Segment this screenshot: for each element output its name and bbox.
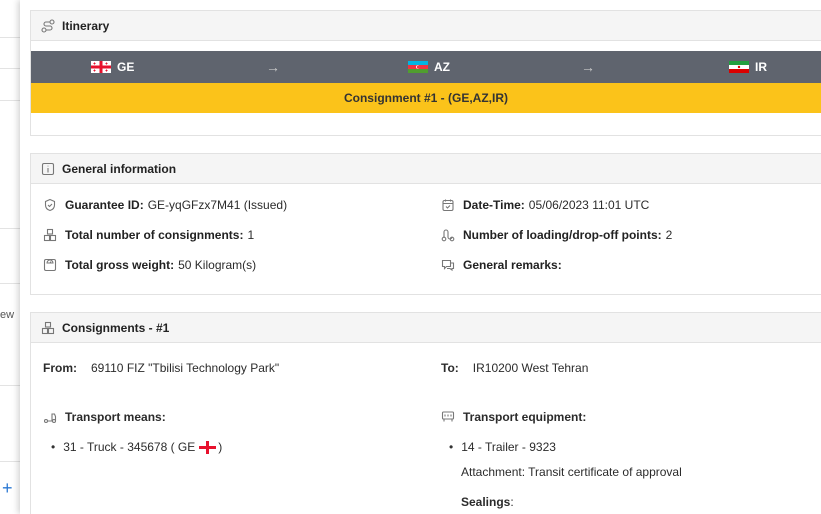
from-field: From: 69110 FIZ "Tbilisi Technology Park… <box>43 361 441 375</box>
route-stop-label: GE <box>117 60 135 74</box>
route-bar: GE → AZ → IR <box>31 51 821 83</box>
transport-equipment-column: Transport equipment: 14 - Trailer - 9323… <box>441 407 821 514</box>
gross-weight-label: Total gross weight: <box>65 258 175 272</box>
transport-equipment-title: Transport equipment: <box>463 410 587 424</box>
attachment-text: Attachment: Transit certificate of appro… <box>461 465 682 479</box>
general-information-section: General information Guarantee ID: GE-yqG… <box>30 153 821 295</box>
transport-means-text: 31 - Truck - 345678 ( GE <box>63 440 196 454</box>
consignments-section: Consignments - #1 From: 69110 FIZ "Tbili… <box>30 312 821 514</box>
general-remarks-label: General remarks: <box>463 258 562 272</box>
gross-weight-value: 50 Kilogram(s) <box>178 258 257 272</box>
to-field: To: IR10200 West Tehran <box>441 361 821 375</box>
background-text: ew <box>0 309 15 321</box>
transport-equipment-heading: Transport equipment: <box>441 407 821 427</box>
sealings-row: Sealings: <box>441 487 821 514</box>
from-value: 69110 FIZ "Tbilisi Technology Park" <box>91 361 280 375</box>
gross-weight-row: Total gross weight: 50 Kilogram(s) <box>43 250 441 280</box>
loading-points-value: 2 <box>665 228 673 242</box>
route-arrow-icon: → <box>581 59 595 75</box>
route-stop-label: AZ <box>434 60 450 74</box>
itinerary-title: Itinerary <box>62 18 110 33</box>
route-stop-ge: GE <box>91 60 134 74</box>
route-icon <box>41 18 55 33</box>
itinerary-header: Itinerary <box>31 11 821 41</box>
route-stop-label: IR <box>755 60 767 74</box>
consignments-title: Consignments - #1 <box>62 320 170 335</box>
general-remarks-row: General remarks: <box>441 250 821 280</box>
sealings-colon: : <box>510 495 514 509</box>
transport-equipment-item: 14 - Trailer - 9323 <box>449 437 821 457</box>
itinerary-section: Itinerary GE → AZ → IR Consignment #1 - … <box>30 10 821 136</box>
guarantee-details-panel: Itinerary GE → AZ → IR Consignment #1 - … <box>20 0 821 514</box>
georgia-flag-icon <box>199 440 217 454</box>
general-information-header: General information <box>31 154 821 184</box>
azerbaijan-flag-icon <box>408 61 428 73</box>
to-value: IR10200 West Tehran <box>472 361 589 375</box>
route-stop-ir: IR <box>729 60 767 74</box>
route-arrow-icon: → <box>266 59 280 75</box>
guarantee-id-label: Guarantee ID: <box>65 198 144 212</box>
datetime-value: 05/06/2023 11:01 UTC <box>528 198 650 212</box>
datetime-label: Date-Time: <box>463 198 525 212</box>
route-stop-az: AZ <box>408 60 450 74</box>
consignments-count-value: 1 <box>247 228 255 242</box>
transport-means-column: Transport means: 31 - Truck - 345678 ( G… <box>43 407 441 514</box>
consignments-count-row: Total number of consignments: 1 <box>43 220 441 250</box>
datetime-row: Date-Time: 05/06/2023 11:01 UTC <box>441 190 821 220</box>
boxes-icon <box>43 228 57 242</box>
route-icon <box>441 228 455 242</box>
loading-points-row: Number of loading/drop-off points: 2 <box>441 220 821 250</box>
info-icon <box>41 162 55 176</box>
transport-means-title: Transport means: <box>65 410 166 424</box>
from-to-row: From: 69110 FIZ "Tbilisi Technology Park… <box>43 343 821 393</box>
scale-icon <box>43 258 57 272</box>
truck-icon <box>43 410 57 424</box>
to-label: To: <box>441 361 459 375</box>
guarantee-id-value: GE-yqGFzx7M41 (Issued) <box>147 198 288 212</box>
georgia-flag-icon <box>91 61 111 73</box>
transport-means-item: 31 - Truck - 345678 ( GE ) <box>51 437 441 457</box>
consignment-route-bar: Consignment #1 - (GE,AZ,IR) <box>31 83 821 113</box>
from-label: From: <box>43 361 77 375</box>
shield-icon <box>43 198 57 212</box>
boxes-icon <box>41 321 55 335</box>
general-information-title: General information <box>62 161 177 176</box>
consignments-count-label: Total number of consignments: <box>65 228 244 242</box>
transport-means-close: ) <box>218 440 223 454</box>
iran-flag-icon <box>729 61 749 73</box>
add-button[interactable]: + <box>2 478 13 499</box>
sealings-label: Sealings <box>461 495 511 509</box>
trailer-icon <box>441 410 455 424</box>
calendar-icon <box>441 198 455 212</box>
guarantee-id-row: Guarantee ID: GE-yqGFzx7M41 (Issued) <box>43 190 441 220</box>
transport-means-heading: Transport means: <box>43 407 441 427</box>
comment-icon <box>441 258 455 272</box>
consignments-header: Consignments - #1 <box>31 313 821 343</box>
loading-points-label: Number of loading/drop-off points: <box>463 228 662 242</box>
